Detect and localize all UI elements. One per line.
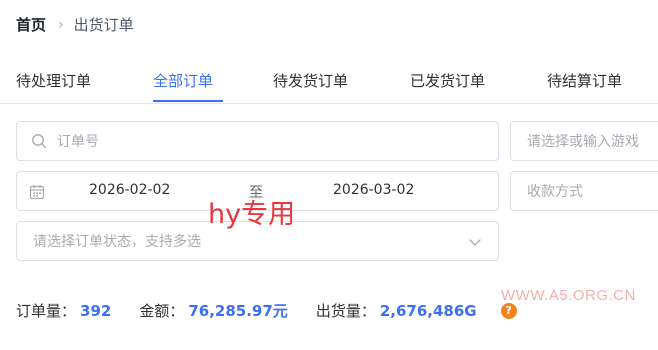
breadcrumb-separator-icon: ›: [58, 16, 64, 33]
order-count-value: 392: [80, 301, 112, 320]
order-count-label: 订单量：: [16, 302, 77, 320]
shipped-value: 2,676,486G: [379, 301, 477, 320]
order-tabs: 待处理订单 全部订单 待发货订单 已发货订单 待结算订单: [0, 60, 658, 104]
hy-watermark: hy专用: [208, 199, 296, 230]
game-select[interactable]: 请选择或输入游戏: [510, 121, 658, 161]
tab-shipped[interactable]: 已发货订单: [410, 70, 485, 91]
amount-label: 金额：: [139, 302, 185, 320]
order-number-placeholder: 订单号: [57, 134, 99, 150]
payment-method-placeholder: 收款方式: [527, 184, 583, 200]
tab-all[interactable]: 全部订单: [153, 70, 213, 91]
order-number-input[interactable]: 订单号: [16, 121, 499, 161]
order-status-placeholder: 请选择订单状态，支持多选: [33, 234, 201, 250]
date-end[interactable]: 2026-03-02: [333, 182, 414, 198]
tab-to-settle[interactable]: 待结算订单: [547, 70, 622, 91]
site-watermark: WWW.A5.ORG.CN: [501, 287, 636, 304]
payment-method-select[interactable]: 收款方式: [510, 171, 658, 211]
date-start[interactable]: 2026-02-02: [89, 182, 170, 198]
active-tab-indicator: [153, 100, 223, 102]
amount-value: 76,285.97元: [188, 302, 288, 320]
shipped-label: 出货量：: [315, 302, 376, 320]
breadcrumb-current: 出货订单: [73, 16, 134, 34]
tab-pending[interactable]: 待处理订单: [16, 70, 91, 91]
order-stats: 订单量： 392 金额： 76,285.97元 出货量： 2,676,486G …: [16, 300, 517, 321]
breadcrumb-home[interactable]: 首页: [16, 14, 46, 35]
game-select-placeholder: 请选择或输入游戏: [527, 134, 639, 150]
calendar-icon: [29, 185, 45, 200]
breadcrumb: 首页 › 出货订单: [16, 14, 134, 35]
help-icon[interactable]: ?: [500, 302, 517, 319]
search-icon: [32, 134, 47, 149]
chevron-down-icon: [469, 239, 481, 246]
tab-to-ship[interactable]: 待发货订单: [273, 70, 348, 91]
